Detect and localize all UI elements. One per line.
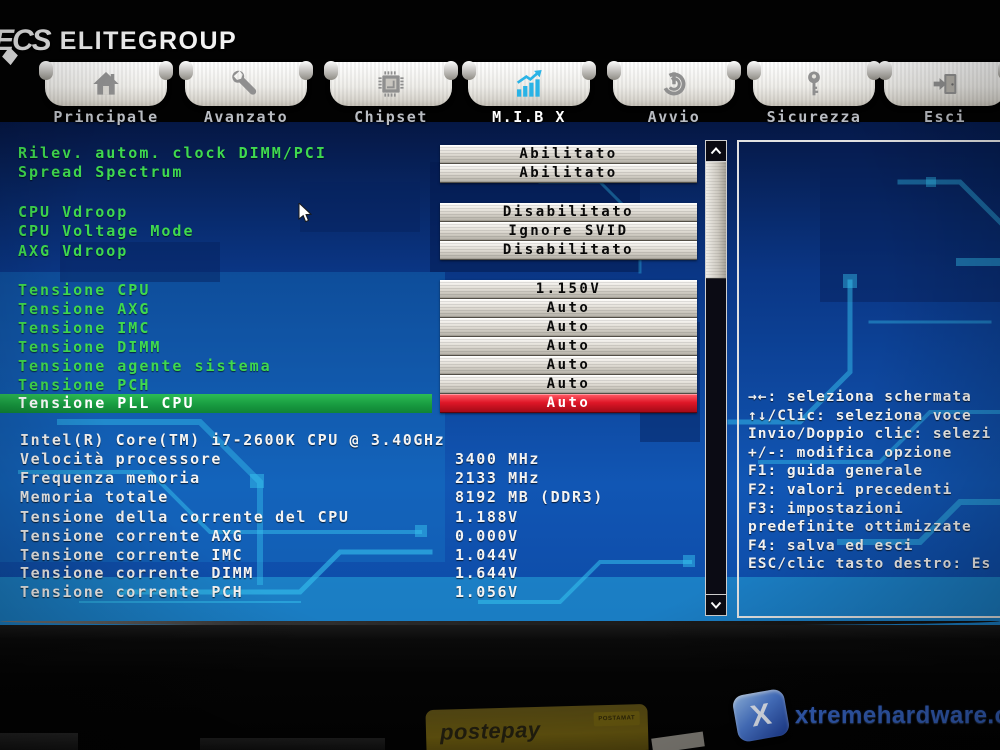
tab-mibx-label: M.I.B X xyxy=(458,108,600,126)
info-value-tensione-corrente-pch: 1.056V xyxy=(455,583,519,601)
value-button-rilev-autom-clock[interactable]: Abilitato xyxy=(440,145,697,164)
value-button-cpu-vdroop[interactable]: Disabilitato xyxy=(440,203,697,222)
tab-sicurezza-button[interactable] xyxy=(753,62,875,106)
desk-object xyxy=(0,733,78,750)
tab-avvio-label: Avvio xyxy=(603,108,745,126)
help-line: F1: guida generale xyxy=(748,462,1000,481)
help-line: F2: valori precedenti xyxy=(748,481,1000,500)
brand-name: ELITEGROUP xyxy=(60,27,238,56)
tab-esci-button[interactable] xyxy=(884,62,1000,106)
tab-principale[interactable]: Principale xyxy=(45,62,167,124)
help-line: →←: seleziona schermata xyxy=(748,388,1000,407)
value-button-tensione-imc[interactable]: Auto xyxy=(440,318,697,337)
tab-chipset-label: Chipset xyxy=(320,108,462,126)
value-button-tensione-dimm[interactable]: Auto xyxy=(440,337,697,356)
chevron-up-icon xyxy=(710,147,722,155)
desk-object xyxy=(200,738,385,750)
help-text: →←: seleziona schermata ↑↓/Clic: selezio… xyxy=(748,388,1000,574)
tab-esci[interactable]: Esci xyxy=(884,62,1000,124)
tab-chipset-button[interactable] xyxy=(330,62,452,106)
tab-avvio-button[interactable] xyxy=(613,62,735,106)
value-button-tensione-agente-sistema[interactable]: Auto xyxy=(440,356,697,375)
cpu-title: Intel(R) Core(TM) i7-2600K CPU @ 3.40GHz xyxy=(20,431,445,449)
value-button-spread-spectrum[interactable]: Abilitato xyxy=(440,164,697,183)
postepay-card: postepay POSTAMAT xyxy=(425,704,648,750)
mouse-cursor xyxy=(298,203,314,225)
setting-label-spread-spectrum[interactable]: Spread Spectrum xyxy=(18,163,183,182)
postepay-card-text: postepay xyxy=(440,717,541,746)
watermark: X xtremehardware.com xyxy=(735,692,1000,739)
help-line: ESC/clic tasto destro: Es xyxy=(748,555,1000,574)
info-value-freq-memoria: 2133 MHz xyxy=(455,469,540,487)
tab-chipset[interactable]: Chipset xyxy=(330,62,452,124)
setting-label-axg-vdroop[interactable]: AXG Vdroop xyxy=(18,242,128,261)
value-button-cpu-voltage-mode[interactable]: Ignore SVID xyxy=(440,222,697,241)
setting-label-tensione-agente-sistema[interactable]: Tensione agente sistema xyxy=(18,357,272,376)
tab-principale-button[interactable] xyxy=(45,62,167,106)
info-value-tensione-corrente-imc: 1.044V xyxy=(455,546,519,564)
exit-icon xyxy=(929,68,961,100)
chart-icon xyxy=(513,68,545,100)
scrollbar-down-button[interactable] xyxy=(706,594,726,615)
setting-label-tensione-imc[interactable]: Tensione IMC xyxy=(18,319,150,338)
chip-icon xyxy=(375,68,407,100)
tab-avanzato[interactable]: Avanzato xyxy=(185,62,307,124)
value-button-tensione-cpu[interactable]: 1.150V xyxy=(440,280,697,299)
info-label-memoria-totale: Memoria totale xyxy=(20,488,169,506)
setting-label-tensione-axg[interactable]: Tensione AXG xyxy=(18,300,150,319)
value-button-tensione-axg[interactable]: Auto xyxy=(440,299,697,318)
key-icon xyxy=(798,68,830,100)
info-value-tensione-corrente-dimm: 1.644V xyxy=(455,564,519,582)
info-label-tensione-corrente-axg: Tensione corrente AXG xyxy=(20,527,243,545)
home-icon xyxy=(90,68,122,100)
brand-header: ECS ELITEGROUP xyxy=(0,24,237,58)
tab-sicurezza[interactable]: Sicurezza xyxy=(753,62,875,124)
tab-mibx[interactable]: M.I.B X xyxy=(468,62,590,124)
info-value-tensione-corrente-axg: 0.000V xyxy=(455,527,519,545)
setting-label-cpu-vdroop[interactable]: CPU Vdroop xyxy=(18,203,128,222)
help-line: Invio/Doppio clic: selezi xyxy=(748,425,1000,444)
info-value-memoria-totale: 8192 MB (DDR3) xyxy=(455,488,604,506)
scrollbar-thumb[interactable] xyxy=(706,162,726,279)
setting-label-tensione-dimm[interactable]: Tensione DIMM xyxy=(18,338,161,357)
tab-principale-label: Principale xyxy=(35,108,177,126)
info-label-freq-memoria: Frequenza memoria xyxy=(20,469,201,487)
help-line: ↑↓/Clic: seleziona voce xyxy=(748,407,1000,426)
info-label-velocita: Velocità processore xyxy=(20,450,222,468)
info-label-tensione-corrente-dimm: Tensione corrente DIMM xyxy=(20,564,254,582)
postamat-badge: POSTAMAT xyxy=(594,711,640,726)
tab-esci-label: Esci xyxy=(874,108,1000,126)
ecs-logo: ECS xyxy=(0,24,50,58)
bios-screen-photo: ECS ELITEGROUP Principale Avanzato xyxy=(0,0,1000,750)
setting-label-tensione-pch[interactable]: Tensione PCH xyxy=(18,376,150,395)
setting-label-tensione-pll-cpu-selected[interactable]: Tensione PLL CPU xyxy=(0,394,432,413)
tab-mibx-button[interactable] xyxy=(468,62,590,106)
scrollbar-up-button[interactable] xyxy=(706,141,726,162)
setting-label-tensione-cpu[interactable]: Tensione CPU xyxy=(18,281,150,300)
tab-avanzato-label: Avanzato xyxy=(175,108,317,126)
setting-label-rilev-autom-clock[interactable]: Rilev. autom. clock DIMM/PCI xyxy=(18,144,327,163)
power-icon xyxy=(658,68,690,100)
help-line: predefinite ottimizzate xyxy=(748,518,1000,537)
info-label-tensione-corrente-pch: Tensione corrente PCH xyxy=(20,583,243,601)
info-label-tensione-corrente-imc: Tensione corrente IMC xyxy=(20,546,243,564)
setting-label-cpu-voltage-mode[interactable]: CPU Voltage Mode xyxy=(18,222,195,241)
tab-avanzato-button[interactable] xyxy=(185,62,307,106)
help-line: F4: salva ed esci xyxy=(748,537,1000,556)
info-label-tensione-corrente-cpu: Tensione della corrente del CPU xyxy=(20,508,350,526)
tab-sicurezza-label: Sicurezza xyxy=(743,108,885,126)
help-line: F3: impostazioni xyxy=(748,500,1000,519)
info-value-tensione-corrente-cpu: 1.188V xyxy=(455,508,519,526)
tab-avvio[interactable]: Avvio xyxy=(613,62,735,124)
value-button-axg-vdroop[interactable]: Disabilitato xyxy=(440,241,697,260)
value-button-tensione-pch[interactable]: Auto xyxy=(440,375,697,394)
watermark-text: xtremehardware.com xyxy=(795,702,1000,730)
scrollbar[interactable] xyxy=(705,140,727,616)
xtremehardware-x-icon: X xyxy=(731,688,790,743)
chevron-down-icon xyxy=(710,601,722,609)
wrench-icon xyxy=(230,68,262,100)
value-button-tensione-pll-cpu-selected[interactable]: Auto xyxy=(440,394,697,413)
info-value-velocita: 3400 MHz xyxy=(455,450,540,468)
help-line: +/-: modifica opzione xyxy=(748,444,1000,463)
